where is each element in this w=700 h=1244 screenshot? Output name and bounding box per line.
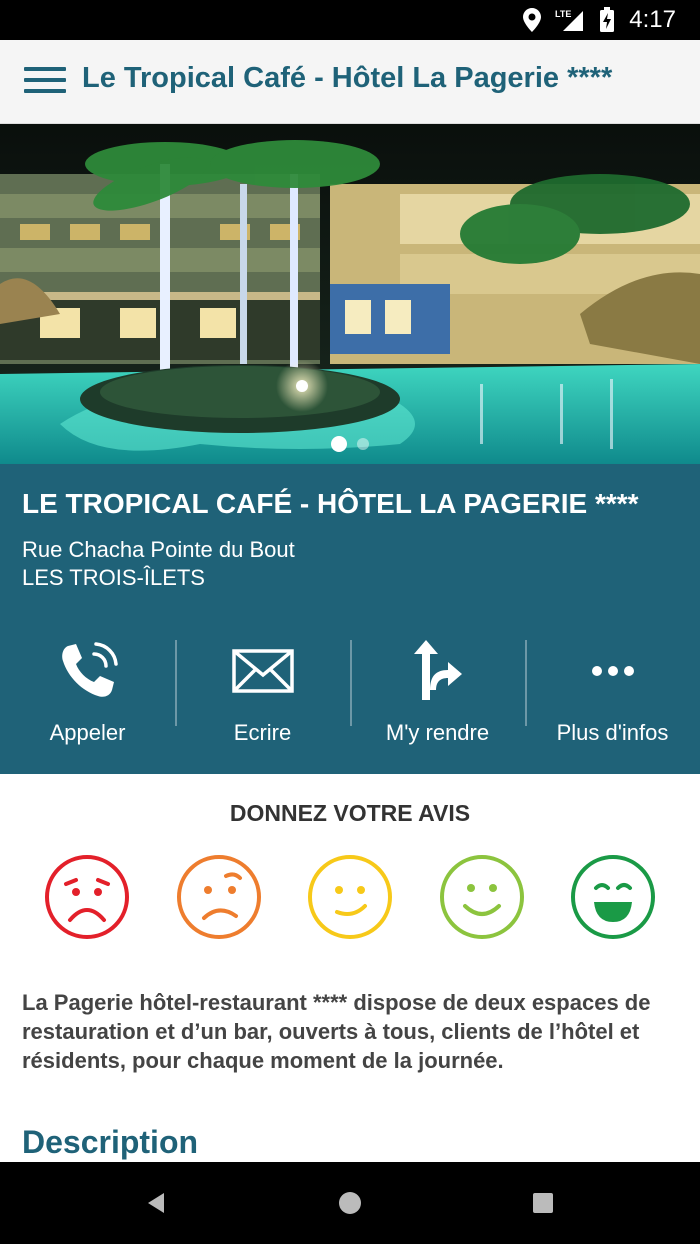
carousel-indicator: [0, 436, 700, 454]
home-icon[interactable]: [335, 1188, 365, 1218]
address-line-1: Rue Chacha Pointe du Bout: [22, 537, 295, 562]
place-info-panel: LE TROPICAL CAFÉ - HÔTEL LA PAGERIE ****…: [0, 464, 700, 774]
more-info-button[interactable]: Plus d'infos: [525, 640, 700, 750]
unhappy-smiley-icon[interactable]: [176, 854, 262, 940]
very-happy-smiley-icon[interactable]: [570, 854, 656, 940]
status-icons: LTE 4:17: [523, 0, 676, 40]
carousel-dot[interactable]: [357, 438, 369, 450]
content-area[interactable]: DONNEZ VOTRE AVIS La Pagerie hôtel-resta…: [0, 774, 700, 1162]
happy-smiley-icon[interactable]: [439, 854, 525, 940]
rating-smileys: [44, 854, 656, 940]
description-heading: Description: [22, 1124, 199, 1160]
location-icon: [523, 8, 542, 32]
directions-button[interactable]: M'y rendre: [350, 640, 525, 750]
place-address: Rue Chacha Pointe du Bout LES TROIS-ÎLET…: [22, 536, 295, 592]
more-info-button-label: Plus d'infos: [556, 720, 669, 745]
app-title: Le Tropical Café - Hôtel La Pagerie ****: [82, 62, 613, 94]
directions-icon: [413, 640, 462, 700]
place-title: LE TROPICAL CAFÉ - HÔTEL LA PAGERIE ****: [22, 488, 639, 519]
recents-icon[interactable]: [528, 1188, 558, 1218]
write-button[interactable]: Ecrire: [175, 640, 350, 750]
status-time: 4:17: [629, 6, 676, 33]
app-bar: Le Tropical Café - Hôtel La Pagerie ****: [0, 40, 700, 124]
call-button-label: Appeler: [49, 720, 126, 745]
intro-text: La Pagerie hôtel-restaurant **** dispose…: [22, 990, 651, 1073]
call-button[interactable]: Appeler: [0, 640, 175, 750]
hotel-pool-night-photo: [0, 124, 700, 464]
more-icon: [591, 666, 634, 676]
svg-text:LTE: LTE: [555, 9, 571, 19]
write-button-label: Ecrire: [233, 720, 292, 745]
hamburger-icon[interactable]: [24, 67, 66, 97]
hero-image-carousel[interactable]: [0, 124, 700, 464]
address-line-2: LES TROIS-ÎLETS: [22, 565, 205, 590]
envelope-icon: [231, 649, 294, 693]
status-bar: LTE 4:17: [0, 0, 700, 40]
signal-icon: LTE: [555, 9, 584, 31]
navigation-bar: [0, 1162, 700, 1244]
directions-button-label: M'y rendre: [385, 720, 490, 745]
action-bar: Appeler Ecrire M'y rendre Plus d'infos: [0, 640, 700, 750]
battery-charging-icon: [600, 7, 615, 32]
back-icon[interactable]: [142, 1188, 172, 1218]
carousel-dot-active[interactable]: [331, 436, 347, 452]
phone-icon: [61, 642, 118, 697]
neutral-smiley-icon[interactable]: [307, 854, 393, 940]
very-unhappy-smiley-icon[interactable]: [44, 854, 130, 940]
rating-title: DONNEZ VOTRE AVIS: [229, 800, 471, 826]
